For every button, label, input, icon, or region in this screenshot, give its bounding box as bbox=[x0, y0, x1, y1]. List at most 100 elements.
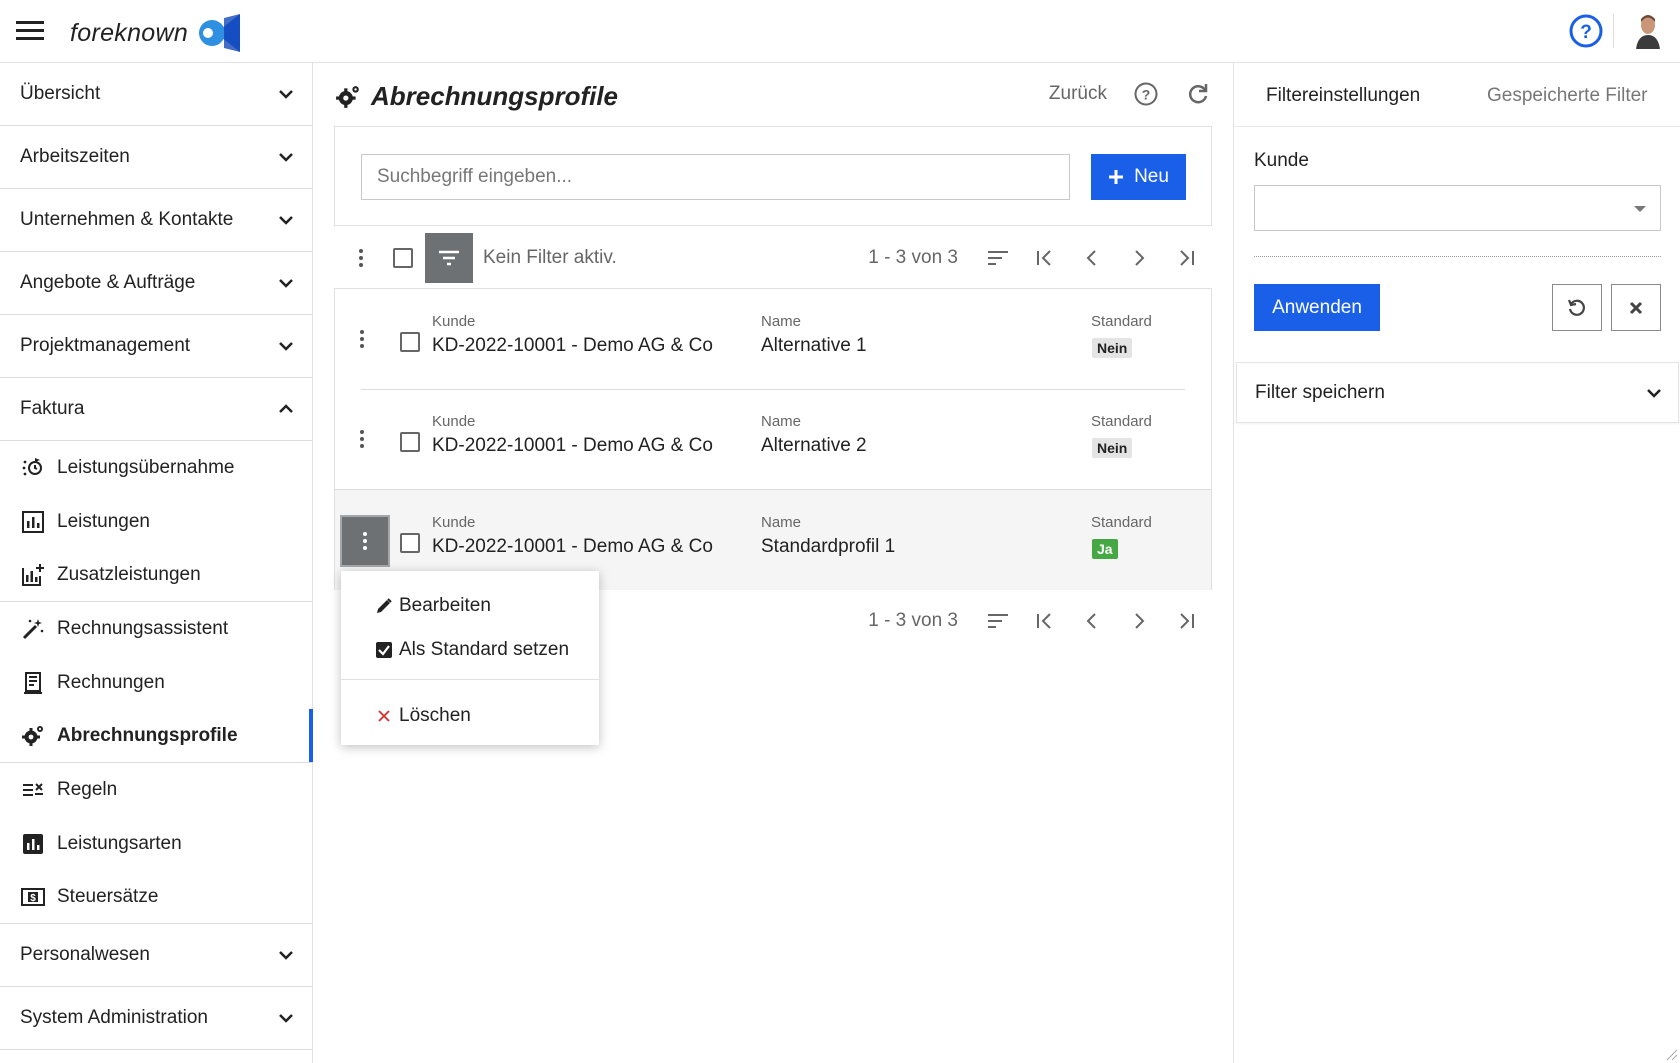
tab-filter-settings[interactable]: Filtereinstellungen bbox=[1266, 85, 1420, 107]
sidebar-item-zusatzleistungen[interactable]: Zusatzleistungen bbox=[0, 548, 312, 603]
row-menu-button[interactable] bbox=[340, 515, 390, 567]
table-row[interactable]: Kunde KD-2022-10001 - Demo AG & Co Name … bbox=[335, 389, 1211, 489]
sidebar-section-projektmanagement[interactable]: Projektmanagement bbox=[0, 315, 312, 378]
next-page-icon[interactable] bbox=[1127, 609, 1151, 633]
resize-handle-icon[interactable] bbox=[1664, 1047, 1678, 1061]
kebab-menu-icon[interactable] bbox=[349, 246, 373, 270]
sort-icon[interactable] bbox=[986, 609, 1010, 633]
sidebar-item-rechnungsassistent[interactable]: Rechnungsassistent bbox=[0, 602, 312, 656]
chevron-down-icon bbox=[279, 153, 293, 162]
last-page-icon[interactable] bbox=[1174, 609, 1198, 633]
sidebar-section-unternehmen[interactable]: Unternehmen & Kontakte bbox=[0, 189, 312, 252]
sidebar-section-label: Übersicht bbox=[20, 83, 101, 104]
kunde-select[interactable] bbox=[1254, 185, 1661, 231]
back-button[interactable]: Zurück bbox=[1049, 83, 1107, 105]
svg-text:?: ? bbox=[1580, 22, 1592, 43]
cell-kunde: KD-2022-10001 - Demo AG & Co bbox=[432, 435, 713, 456]
rules-icon bbox=[23, 783, 43, 796]
sidebar-item-steuersaetze[interactable]: $ Steuersätze bbox=[0, 871, 312, 925]
sidebar-item-leistungsarten[interactable]: Leistungsarten bbox=[0, 817, 312, 871]
sidebar-item-label: Rechnungen bbox=[57, 671, 165, 693]
logo-mark-icon bbox=[199, 14, 241, 52]
sidebar-section-angebote[interactable]: Angebote & Aufträge bbox=[0, 252, 312, 315]
divider bbox=[1254, 256, 1661, 257]
sidebar-section-faktura[interactable]: Faktura bbox=[0, 378, 312, 441]
column-label-name: Name bbox=[761, 413, 802, 430]
column-label-name: Name bbox=[761, 313, 802, 330]
sidebar: Übersicht Arbeitszeiten Unternehmen & Ko… bbox=[0, 63, 313, 1063]
search-input[interactable] bbox=[361, 154, 1070, 200]
sidebar-section-label: Arbeitszeiten bbox=[20, 146, 130, 167]
filter-tabs: Filtereinstellungen Gespeicherte Filter bbox=[1234, 63, 1680, 127]
column-label-kunde: Kunde bbox=[432, 413, 476, 430]
logo[interactable]: foreknown bbox=[70, 14, 241, 52]
menu-item-label: Löschen bbox=[399, 705, 471, 726]
row-checkbox[interactable] bbox=[400, 332, 420, 352]
sidebar-section-system-administration[interactable]: System Administration bbox=[0, 987, 312, 1051]
row-menu-icon[interactable] bbox=[350, 427, 374, 451]
save-filter-accordion[interactable]: Filter speichern bbox=[1236, 362, 1679, 423]
prev-page-icon[interactable] bbox=[1080, 609, 1104, 633]
filter-icon bbox=[439, 250, 459, 266]
chevron-down-icon bbox=[279, 279, 293, 288]
clear-button[interactable] bbox=[1611, 284, 1661, 331]
row-menu-icon[interactable] bbox=[350, 327, 374, 351]
hamburger-menu-icon[interactable] bbox=[14, 16, 48, 46]
first-page-icon[interactable] bbox=[1033, 609, 1057, 633]
row-menu-icon bbox=[363, 532, 367, 550]
apply-button[interactable]: Anwenden bbox=[1254, 284, 1380, 331]
bar-chart-icon bbox=[23, 833, 43, 854]
row-checkbox[interactable] bbox=[400, 432, 420, 452]
sidebar-section-arbeitszeiten[interactable]: Arbeitszeiten bbox=[0, 126, 312, 189]
svg-text:$: $ bbox=[30, 893, 36, 904]
reset-button[interactable] bbox=[1552, 284, 1602, 331]
table-row[interactable]: Kunde KD-2022-10001 - Demo AG & Co Name … bbox=[335, 289, 1211, 389]
sidebar-item-label: Leistungsarten bbox=[57, 832, 182, 854]
sort-icon[interactable] bbox=[986, 246, 1010, 270]
page-header: Abrechnungsprofile bbox=[335, 81, 618, 112]
chevron-down-icon bbox=[279, 1014, 293, 1023]
select-all-checkbox[interactable] bbox=[393, 248, 413, 268]
sidebar-section-label: Unternehmen & Kontakte bbox=[20, 209, 234, 230]
magic-wand-icon bbox=[22, 618, 44, 639]
transfer-icon bbox=[22, 457, 42, 476]
divider bbox=[1613, 14, 1614, 48]
tab-saved-filters[interactable]: Gespeicherte Filter bbox=[1487, 85, 1648, 107]
sidebar-item-leistungen[interactable]: Leistungen bbox=[0, 495, 312, 549]
menu-item-edit[interactable]: Bearbeiten bbox=[341, 585, 599, 627]
help-icon[interactable]: ? bbox=[1568, 13, 1604, 49]
dropdown-caret-icon bbox=[1634, 206, 1646, 212]
sidebar-item-label: Leistungsübernahme bbox=[57, 456, 235, 478]
menu-item-set-default[interactable]: Als Standard setzen bbox=[341, 629, 599, 671]
svg-text:?: ? bbox=[1142, 87, 1151, 103]
chevron-down-icon bbox=[279, 216, 293, 225]
sidebar-section-uebersicht[interactable]: Übersicht bbox=[0, 63, 312, 126]
sidebar-item-regeln[interactable]: Regeln bbox=[0, 763, 312, 817]
sidebar-item-leistungsuebernahme[interactable]: Leistungsübernahme bbox=[0, 441, 312, 495]
sidebar-section-personalwesen[interactable]: Personalwesen bbox=[0, 924, 312, 988]
sidebar-section-label: System Administration bbox=[20, 1007, 208, 1029]
pagination-top: 1 - 3 von 3 bbox=[868, 232, 1212, 284]
logo-text: foreknown bbox=[70, 18, 189, 47]
row-context-menu: Bearbeiten Als Standard setzen Löschen bbox=[341, 571, 599, 745]
filter-toggle-button[interactable] bbox=[425, 233, 473, 283]
help-icon[interactable]: ? bbox=[1133, 81, 1159, 107]
menu-item-label: Als Standard setzen bbox=[399, 639, 570, 660]
chevron-down-icon bbox=[1647, 388, 1661, 398]
row-checkbox[interactable] bbox=[400, 533, 420, 553]
list-toolbar: Kein Filter aktiv. 1 - 3 von 3 bbox=[334, 232, 1212, 284]
refresh-icon[interactable] bbox=[1185, 81, 1211, 107]
avatar[interactable] bbox=[1634, 13, 1662, 49]
sidebar-item-abrechnungsprofile[interactable]: Abrechnungsprofile bbox=[0, 709, 313, 764]
plus-icon bbox=[1109, 170, 1124, 184]
first-page-icon[interactable] bbox=[1033, 246, 1057, 270]
prev-page-icon[interactable] bbox=[1080, 246, 1104, 270]
new-button[interactable]: Neu bbox=[1091, 154, 1186, 200]
next-page-icon[interactable] bbox=[1127, 246, 1151, 270]
last-page-icon[interactable] bbox=[1174, 246, 1198, 270]
sidebar-item-label: Steuersätze bbox=[57, 885, 159, 907]
chart-icon bbox=[22, 510, 44, 533]
status-badge: Ja bbox=[1092, 539, 1118, 559]
menu-item-delete[interactable]: Löschen bbox=[341, 695, 599, 737]
sidebar-item-rechnungen[interactable]: Rechnungen bbox=[0, 656, 312, 710]
